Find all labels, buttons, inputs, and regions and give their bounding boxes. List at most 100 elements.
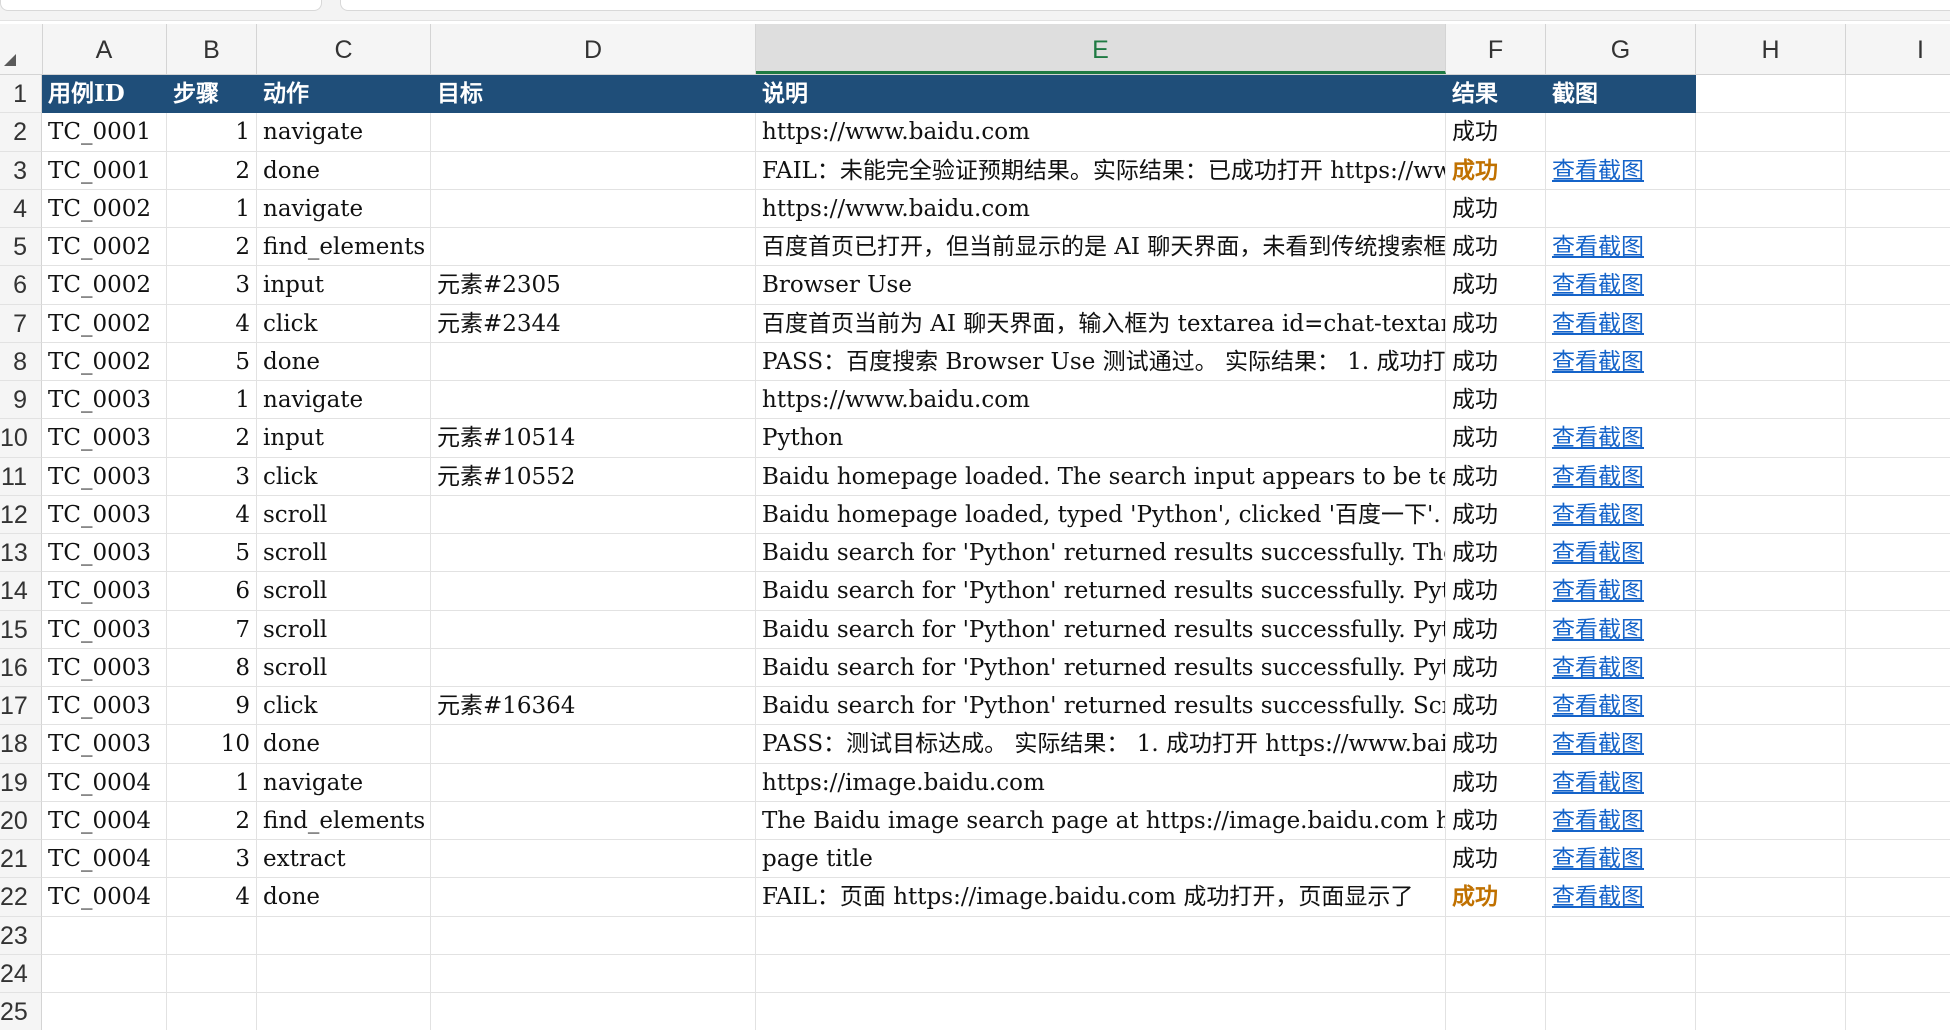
cell-case-id[interactable]: TC_0002	[42, 304, 167, 343]
cell-screenshot[interactable]: 查看截图	[1546, 495, 1696, 534]
cell[interactable]	[1846, 764, 1950, 802]
cell[interactable]	[1846, 152, 1950, 190]
cell[interactable]	[1696, 495, 1846, 534]
cell[interactable]	[1696, 534, 1846, 573]
cell-step[interactable]: 4	[167, 878, 257, 917]
cell-case-id[interactable]: TC_0004	[42, 801, 167, 840]
cell-result[interactable]: 成功	[1446, 189, 1546, 228]
cell-step[interactable]: 3	[167, 457, 257, 496]
cell-case-id[interactable]: TC_0001	[42, 113, 167, 152]
cell-result[interactable]: 成功	[1446, 648, 1546, 687]
header-cell-step[interactable]: 步骤	[167, 75, 257, 114]
cell-screenshot[interactable]: 查看截图	[1546, 687, 1696, 726]
header-cell-action[interactable]: 动作	[257, 75, 431, 114]
cell-action[interactable]: find_elements	[257, 801, 431, 840]
cell-action[interactable]: navigate	[257, 763, 431, 802]
cell[interactable]	[1846, 802, 1950, 840]
row-header[interactable]: 11	[0, 457, 42, 496]
row-header[interactable]: 22	[0, 878, 42, 917]
cell-screenshot[interactable]: 查看截图	[1546, 266, 1696, 305]
header-cell-screenshot[interactable]: 截图	[1546, 75, 1696, 114]
cell-screenshot[interactable]	[1546, 381, 1696, 420]
view-screenshot-link[interactable]: 查看截图	[1552, 272, 1644, 298]
cell-step[interactable]: 1	[167, 189, 257, 228]
row-header[interactable]: 14	[0, 572, 42, 611]
cell-target[interactable]	[431, 840, 756, 879]
cell-case-id[interactable]: TC_0001	[42, 151, 167, 190]
cell-action[interactable]: input	[257, 419, 431, 458]
cell-result[interactable]: 成功	[1446, 113, 1546, 152]
cell[interactable]	[42, 954, 167, 993]
cell[interactable]	[1696, 572, 1846, 611]
cell-step[interactable]: 9	[167, 687, 257, 726]
row-header[interactable]: 7	[0, 304, 42, 343]
view-screenshot-link[interactable]: 查看截图	[1552, 540, 1644, 566]
cell[interactable]	[1696, 610, 1846, 649]
cell-description[interactable]: page title	[756, 840, 1446, 879]
cell-case-id[interactable]: TC_0003	[42, 725, 167, 764]
cell[interactable]	[1446, 916, 1546, 955]
cell-step[interactable]: 3	[167, 266, 257, 305]
cell-result[interactable]: 成功	[1446, 763, 1546, 802]
cell-description[interactable]: PASS：测试目标达成。 实际结果： 1. 成功打开 https://www.b…	[756, 725, 1446, 764]
cell-case-id[interactable]: TC_0003	[42, 419, 167, 458]
column-header-g[interactable]: G	[1546, 24, 1696, 74]
cell-action[interactable]: navigate	[257, 189, 431, 228]
cell-result[interactable]: 成功	[1446, 572, 1546, 611]
cell[interactable]	[1446, 993, 1546, 1030]
cell[interactable]	[1696, 342, 1846, 381]
cell-screenshot[interactable]: 查看截图	[1546, 610, 1696, 649]
column-header-e[interactable]: E	[756, 24, 1446, 74]
cell-target[interactable]	[431, 648, 756, 687]
row-header[interactable]: 10	[0, 419, 42, 458]
row-header[interactable]: 12	[0, 495, 42, 534]
cell-result[interactable]: 成功	[1446, 151, 1546, 190]
row-header[interactable]: 9	[0, 381, 42, 420]
cell-result[interactable]: 成功	[1446, 342, 1546, 381]
cell[interactable]	[1546, 916, 1696, 955]
cell-action[interactable]: done	[257, 725, 431, 764]
row-header[interactable]: 3	[0, 151, 42, 190]
cell[interactable]	[1846, 917, 1950, 955]
cell-case-id[interactable]: TC_0002	[42, 342, 167, 381]
cell-result[interactable]: 成功	[1446, 457, 1546, 496]
cell[interactable]	[42, 916, 167, 955]
cell-description[interactable]: https://www.baidu.com	[756, 113, 1446, 152]
cell-screenshot[interactable]	[1546, 113, 1696, 152]
cell[interactable]	[1846, 611, 1950, 649]
row-header[interactable]: 21	[0, 840, 42, 879]
cell-result[interactable]: 成功	[1446, 534, 1546, 573]
cell-action[interactable]: scroll	[257, 648, 431, 687]
cell[interactable]	[167, 916, 257, 955]
cell-case-id[interactable]: TC_0003	[42, 457, 167, 496]
cell-case-id[interactable]: TC_0003	[42, 534, 167, 573]
cell-result[interactable]: 成功	[1446, 381, 1546, 420]
cell[interactable]	[1696, 189, 1846, 228]
cell-result[interactable]: 成功	[1446, 687, 1546, 726]
cell-screenshot[interactable]: 查看截图	[1546, 151, 1696, 190]
cell-result[interactable]: 成功	[1446, 228, 1546, 267]
row-header[interactable]: 25	[0, 993, 42, 1030]
cell[interactable]	[1846, 687, 1950, 726]
cell-case-id[interactable]: TC_0003	[42, 610, 167, 649]
cell-screenshot[interactable]: 查看截图	[1546, 534, 1696, 573]
cell[interactable]	[257, 916, 431, 955]
cell[interactable]	[1696, 151, 1846, 190]
cell-description[interactable]: Baidu homepage loaded. The search input …	[756, 457, 1446, 496]
cell-case-id[interactable]: TC_0002	[42, 228, 167, 267]
cell-description[interactable]: Baidu search for 'Python' returned resul…	[756, 687, 1446, 726]
view-screenshot-link[interactable]: 查看截图	[1552, 693, 1644, 719]
cell[interactable]	[1846, 878, 1950, 917]
view-screenshot-link[interactable]: 查看截图	[1552, 808, 1644, 834]
cell-description[interactable]: Baidu search for 'Python' returned resul…	[756, 610, 1446, 649]
cell-step[interactable]: 5	[167, 342, 257, 381]
cell-description[interactable]: https://image.baidu.com	[756, 763, 1446, 802]
cell-step[interactable]: 6	[167, 572, 257, 611]
cell[interactable]	[1846, 955, 1950, 993]
formula-input[interactable]	[340, 0, 1950, 11]
cell-target[interactable]	[431, 572, 756, 611]
cell-target[interactable]	[431, 534, 756, 573]
row-header[interactable]: 23	[0, 916, 42, 955]
cell-target[interactable]: 元素#2344	[431, 304, 756, 343]
cell[interactable]	[1846, 496, 1950, 534]
